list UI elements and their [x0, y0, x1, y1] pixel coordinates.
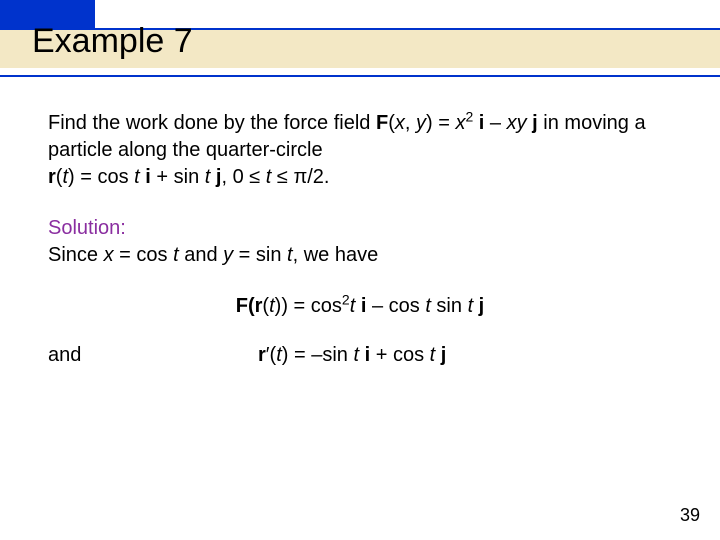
text: = cos	[114, 244, 173, 266]
problem-statement: Find the work done by the force field F(…	[48, 110, 672, 191]
vector-r: r	[258, 344, 266, 366]
text: Since	[48, 244, 104, 266]
paren: (	[248, 295, 255, 317]
slide-body: Find the work done by the force field F(…	[0, 78, 720, 369]
unit-j: j	[473, 295, 484, 317]
text: , we have	[293, 244, 379, 266]
text: (t) = cos	[56, 166, 134, 188]
text: (x, y) =	[388, 112, 455, 134]
var-y: y	[223, 244, 233, 266]
vector-F: F	[236, 295, 248, 317]
unit-j: j	[527, 112, 538, 134]
solution-label: Solution:	[48, 217, 126, 239]
minus: –	[484, 112, 506, 134]
page-number: 39	[680, 505, 700, 526]
unit-j: j	[435, 344, 446, 366]
slide-header: Example 7	[0, 0, 720, 78]
slide-title: Example 7	[32, 22, 193, 61]
unit-j: j	[210, 166, 221, 188]
text: (t) = –sin	[270, 344, 354, 366]
var-xy: xy	[507, 112, 527, 134]
text: (t)) = cos	[262, 295, 341, 317]
text: = sin	[233, 244, 287, 266]
equation-r-prime: r′(t) = –sin t i + cos t j	[248, 342, 672, 369]
unit-i: i	[359, 344, 370, 366]
text: Find the work done by the force field	[48, 112, 376, 134]
sup-2: 2	[342, 291, 350, 307]
unit-i: i	[140, 166, 151, 188]
vector-F: F	[376, 112, 388, 134]
text: and	[179, 244, 223, 266]
var-x: x	[104, 244, 114, 266]
domain-text: , 0 ≤ t ≤ π/2.	[221, 166, 329, 188]
text: + cos	[370, 344, 429, 366]
slide: Example 7 Find the work done by the forc…	[0, 0, 720, 540]
unit-i: i	[473, 112, 484, 134]
text: + sin	[151, 166, 205, 188]
header-rule-bottom	[0, 75, 720, 77]
vector-r: r	[48, 166, 56, 188]
unit-i: i	[355, 295, 366, 317]
solution-intro: Solution: Since x = cos t and y = sin t,…	[48, 215, 672, 269]
equation-r-prime-row: and r′(t) = –sin t i + cos t j	[48, 342, 672, 369]
and-label: and	[48, 342, 248, 369]
text: sin	[431, 295, 468, 317]
var-x: x	[455, 112, 465, 134]
text: – cos	[366, 295, 425, 317]
equation-F-of-r: F(r(t)) = cos2t i – cos t sin t j	[48, 293, 672, 320]
